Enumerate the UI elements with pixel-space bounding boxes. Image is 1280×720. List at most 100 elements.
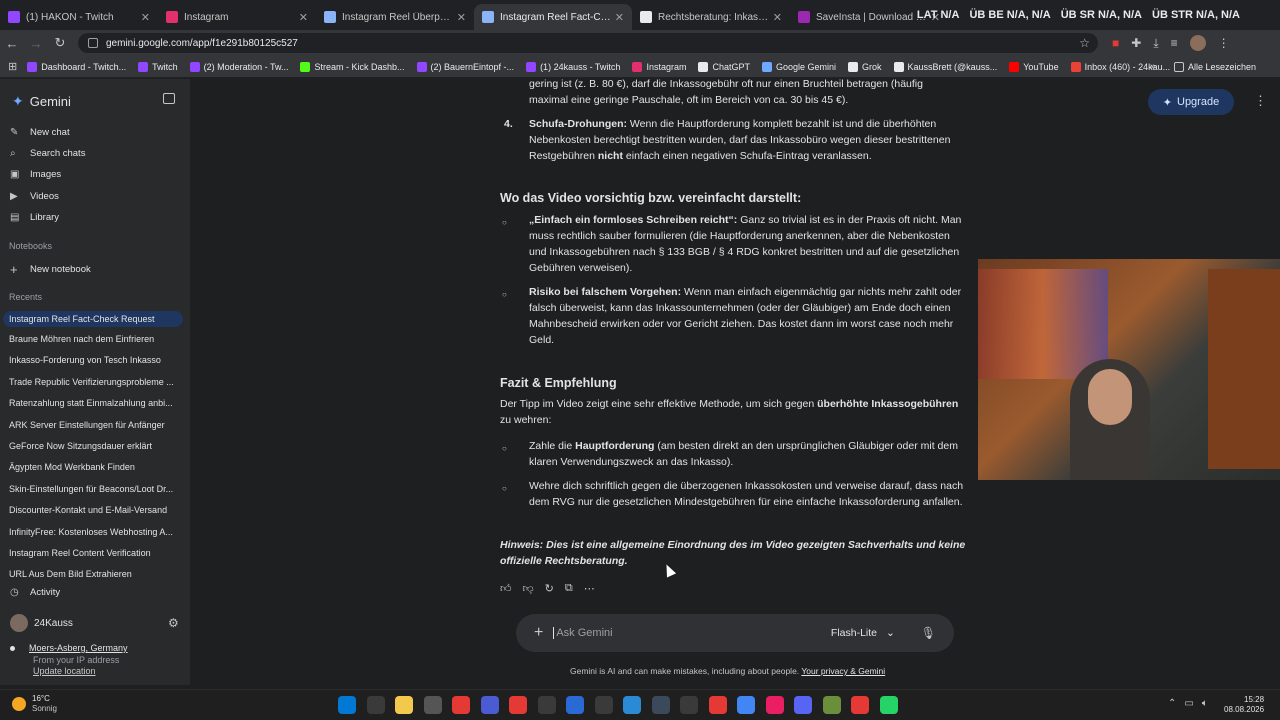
taskbar-app-icon[interactable] bbox=[366, 696, 385, 714]
menu-icon[interactable]: ⋮ bbox=[1218, 36, 1230, 50]
close-tab-icon[interactable]: ✕ bbox=[615, 11, 624, 24]
recent-chat-item[interactable]: URL Aus Dem Bild Extrahieren bbox=[9, 569, 181, 579]
bookmark-item[interactable]: ChatGPT bbox=[698, 61, 750, 72]
all-bookmarks[interactable]: Alle Lesezeichen bbox=[1173, 62, 1256, 72]
tray-chevron-icon[interactable]: ⌃ bbox=[1168, 698, 1176, 709]
weather-widget[interactable]: 16°C Sonnig bbox=[12, 694, 57, 714]
taskbar-app-icon[interactable] bbox=[651, 696, 670, 714]
bookmark-item[interactable]: Grok bbox=[848, 61, 882, 72]
taskbar-app-icon[interactable] bbox=[794, 696, 812, 714]
recent-chat-item[interactable]: Ägypten Mod Werkbank Finden bbox=[9, 462, 181, 472]
browser-tab[interactable]: Instagram Reel Überprüfung ✕ bbox=[316, 4, 474, 30]
taskbar-app-icon[interactable] bbox=[566, 696, 584, 714]
add-attachment-icon[interactable]: + bbox=[534, 624, 543, 642]
reload-icon[interactable]: ↻ bbox=[48, 35, 72, 51]
microphone-icon[interactable]: 🎙︎ bbox=[921, 626, 936, 640]
taskbar-app-icon[interactable] bbox=[452, 696, 470, 714]
bookmark-item[interactable]: Stream - Kick Dashb... bbox=[300, 61, 405, 72]
browser-tab[interactable]: Instagram ✕ bbox=[158, 4, 316, 30]
settings-gear-icon[interactable]: ⚙ bbox=[168, 616, 179, 630]
bookmark-item[interactable]: Twitch bbox=[138, 61, 178, 72]
browser-tab[interactable]: Instagram Reel Fact-Check Req ✕ bbox=[474, 4, 632, 30]
sidebar-item-videos[interactable]: ▶ Videos bbox=[10, 191, 59, 202]
copy-icon[interactable]: ⧉ bbox=[565, 582, 573, 595]
bookmark-item[interactable]: (1) 24kauss - Twitch bbox=[526, 61, 620, 72]
recent-chat-item[interactable]: Inkasso-Forderung von Tesch Inkasso bbox=[9, 355, 181, 365]
more-actions-icon[interactable]: ⋯ bbox=[584, 582, 595, 595]
taskbar-app-icon[interactable] bbox=[680, 696, 698, 714]
sidebar-item-library[interactable]: ▤ Library bbox=[10, 212, 59, 223]
close-tab-icon[interactable]: ✕ bbox=[299, 11, 308, 24]
taskbar-app-icon[interactable] bbox=[594, 696, 613, 714]
bookmark-star-icon[interactable]: ☆ bbox=[1079, 36, 1090, 50]
taskbar-app-icon[interactable] bbox=[708, 696, 727, 714]
apps-grid-icon[interactable]: ⊞ bbox=[8, 60, 17, 73]
upgrade-button[interactable]: ✦ Upgrade bbox=[1148, 89, 1234, 115]
taskbar-app-icon[interactable] bbox=[509, 696, 527, 714]
more-options-icon[interactable]: ⋮ bbox=[1254, 93, 1267, 109]
thumbs-up-icon[interactable]: 👍︎ bbox=[500, 582, 512, 595]
network-icon[interactable]: ▭ bbox=[1184, 698, 1193, 709]
taskbar-app-icon[interactable] bbox=[765, 696, 784, 714]
sidebar-item-search-chats[interactable]: ⌕ Search chats bbox=[10, 148, 85, 159]
browser-tab[interactable]: Rechtsberatung: Inkasso-Falle v ✕ bbox=[632, 4, 790, 30]
location-text[interactable]: Moers-Asberg, Germany bbox=[29, 643, 128, 653]
taskbar-app-icon[interactable] bbox=[338, 696, 356, 714]
regenerate-icon[interactable]: ↻ bbox=[545, 582, 554, 595]
update-location-link[interactable]: Update location bbox=[10, 666, 128, 678]
collapse-sidebar-icon[interactable] bbox=[163, 93, 175, 104]
prompt-input[interactable] bbox=[553, 627, 814, 639]
back-icon[interactable]: ← bbox=[0, 36, 24, 51]
taskbar-app-icon[interactable] bbox=[537, 696, 556, 714]
more-bookmarks-icon[interactable]: » bbox=[1150, 61, 1156, 73]
recent-chat-item[interactable]: InfinityFree: Kostenloses Webhosting A..… bbox=[9, 527, 181, 537]
close-tab-icon[interactable]: ✕ bbox=[141, 11, 150, 24]
bookmark-item[interactable]: (2) BauernEintopf -... bbox=[416, 61, 514, 72]
profile-avatar[interactable] bbox=[1189, 35, 1206, 51]
bookmark-item[interactable]: Instagram bbox=[632, 61, 686, 72]
browser-tab[interactable]: (1) HAKON - Twitch ✕ bbox=[0, 4, 158, 30]
taskbar-app-icon[interactable] bbox=[480, 696, 499, 714]
taskbar-app-icon[interactable] bbox=[737, 696, 755, 714]
taskbar-app-icon[interactable] bbox=[822, 696, 841, 714]
site-info-icon[interactable] bbox=[88, 38, 98, 48]
bookmark-item[interactable]: (2) Moderation - Tw... bbox=[189, 61, 288, 72]
media-icon[interactable]: ≡ bbox=[1171, 36, 1178, 50]
activity-button[interactable]: ◷ Activity bbox=[10, 587, 60, 598]
recent-chat-item[interactable]: Discounter-Kontakt und E-Mail-Versand bbox=[9, 505, 181, 515]
taskbar-app-icon[interactable] bbox=[423, 696, 442, 714]
close-tab-icon[interactable]: ✕ bbox=[457, 11, 466, 24]
thumbs-down-icon[interactable]: 👎︎ bbox=[523, 582, 534, 595]
recent-chat-item[interactable]: Trade Republic Verifizierungsprobleme ..… bbox=[9, 377, 181, 387]
bookmark-item[interactable]: YouTube bbox=[1009, 61, 1059, 72]
volume-icon[interactable]: 🔈︎ bbox=[1202, 698, 1208, 709]
recent-chat-item[interactable]: Ratenzahlung statt Einmalzahlung anbi... bbox=[9, 398, 181, 408]
sidebar-item-new-chat[interactable]: ✎ New chat bbox=[10, 127, 70, 138]
download-icon[interactable]: ⤓ bbox=[1153, 36, 1158, 51]
new-notebook-button[interactable]: + New notebook bbox=[10, 262, 91, 277]
taskbar-app-icon[interactable] bbox=[623, 696, 641, 714]
model-selector[interactable]: Flash-Lite ⌄ bbox=[831, 627, 895, 639]
gemini-brand[interactable]: ✦ Gemini bbox=[12, 93, 71, 110]
taskbar-app-icon[interactable] bbox=[879, 696, 898, 714]
user-account[interactable]: 24Kauss bbox=[10, 614, 73, 632]
recent-chat-item[interactable]: GeForce Now Sitzungsdauer erklärt bbox=[9, 441, 181, 451]
taskbar-app-icon[interactable] bbox=[395, 696, 413, 714]
recent-chat-item[interactable]: Skin-Einstellungen für Beacons/Loot Dr..… bbox=[9, 484, 181, 494]
bookmark-item[interactable]: Dashboard - Twitch... bbox=[27, 61, 126, 72]
recent-chat-item[interactable]: Instagram Reel Content Verification bbox=[9, 548, 181, 558]
close-tab-icon[interactable]: ✕ bbox=[773, 11, 782, 24]
recent-chat-item[interactable]: ARK Server Einstellungen für Anfänger bbox=[9, 420, 181, 430]
adblock-icon[interactable]: ■ bbox=[1112, 36, 1119, 50]
recent-chat-item[interactable]: Instagram Reel Fact-Check Request bbox=[3, 311, 183, 327]
url-field[interactable]: gemini.google.com/app/f1e291b80125c527 ☆ bbox=[78, 33, 1098, 53]
clock[interactable]: 15:28 08.08.2026 bbox=[1224, 695, 1264, 715]
taskbar-app-icon[interactable] bbox=[851, 696, 869, 714]
sidebar-item-images[interactable]: ▣ Images bbox=[10, 169, 61, 180]
forward-icon[interactable]: → bbox=[24, 36, 48, 51]
bookmark-item[interactable]: Google Gemini bbox=[761, 61, 836, 72]
recent-chat-item[interactable]: Braune Möhren nach dem Einfrieren bbox=[9, 334, 181, 344]
privacy-link[interactable]: Your privacy & Gemini bbox=[801, 666, 885, 676]
extensions-icon[interactable]: ✚ bbox=[1131, 36, 1141, 50]
bookmark-item[interactable]: KaussBrett (@kauss... bbox=[893, 61, 997, 72]
